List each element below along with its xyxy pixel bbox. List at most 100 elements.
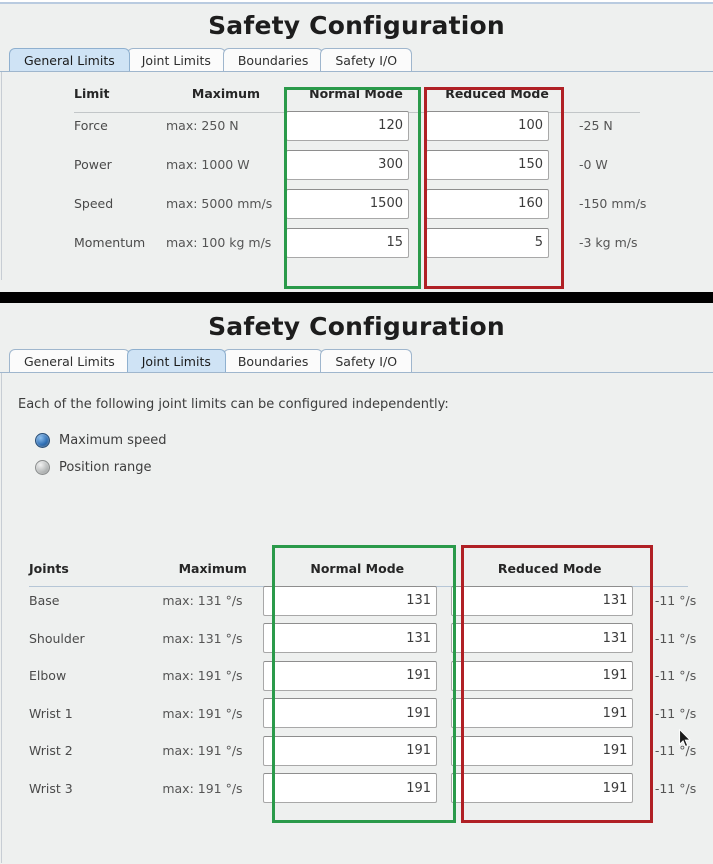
tab-label: Boundaries [237, 53, 309, 68]
row-label-momentum: Momentum [74, 235, 146, 250]
cell-reduced-power [426, 145, 568, 184]
table-row: Wrist 2 max: 191 °/s -11 °/s [29, 732, 713, 770]
header-reduced-mode: Reduced Mode [497, 561, 602, 576]
row-max-wrist-3: max: 191 °/s [162, 780, 243, 796]
row-max-wrist-2: max: 191 °/s [162, 743, 243, 759]
cell-normal-power [286, 145, 426, 184]
window-top-strip-inner [0, 0, 713, 2]
row-label-wrist-3: Wrist 3 [29, 780, 73, 796]
input-shoulder-reduced[interactable] [451, 623, 634, 654]
row-max-power: max: 1000 W [166, 157, 250, 172]
table-row: Power max: 1000 W -0 W [74, 145, 699, 184]
input-wrist-2-normal[interactable] [263, 735, 438, 766]
tab-general-limits[interactable]: General Limits [9, 349, 130, 372]
cell-reduced-shoulder [451, 620, 647, 658]
cell-normal-momentum [286, 223, 426, 262]
cell-reduced-speed [426, 184, 568, 223]
row-max-wrist-1: max: 191 °/s [162, 705, 243, 721]
cell-normal-shoulder [263, 620, 451, 658]
cell-normal-elbow [263, 657, 451, 695]
row-suffix-elbow: -11 °/s [654, 668, 697, 684]
row-suffix-power: -0 W [579, 157, 608, 172]
tab-boundaries[interactable]: Boundaries [222, 48, 324, 71]
tab-joint-limits[interactable]: Joint Limits [126, 48, 226, 71]
header-limit: Limit [74, 85, 110, 101]
cell-normal-force [286, 106, 426, 145]
input-wrist-2-reduced[interactable] [451, 735, 634, 766]
input-elbow-normal[interactable] [263, 660, 438, 691]
input-base-reduced[interactable] [451, 585, 634, 616]
row-suffix-shoulder: -11 °/s [654, 630, 697, 646]
radio-option-position-range[interactable]: Position range [35, 454, 166, 481]
input-momentum-normal[interactable] [286, 227, 409, 258]
row-label-wrist-2: Wrist 2 [29, 743, 73, 759]
row-suffix-wrist-1: -11 °/s [654, 705, 697, 721]
tab-safety-io[interactable]: Safety I/O [320, 349, 413, 372]
cell-reduced-wrist-2 [451, 732, 647, 770]
input-wrist-3-reduced[interactable] [451, 773, 634, 804]
joint-limits-description: Each of the following joint limits can b… [18, 397, 449, 412]
page-title: Safety Configuration [208, 11, 505, 40]
row-label-base: Base [29, 593, 60, 609]
input-force-reduced[interactable] [426, 110, 549, 141]
input-shoulder-normal[interactable] [263, 623, 438, 654]
tab-bar-joint: General Limits Joint Limits Boundaries S… [0, 349, 713, 373]
header-maximum: Maximum [191, 85, 261, 101]
cell-normal-base [263, 582, 451, 620]
table-row: Speed max: 5000 mm/s -150 mm/s [74, 184, 699, 223]
tab-bar-general: General Limits Joint Limits Boundaries S… [0, 48, 713, 72]
tab-label: General Limits [24, 354, 115, 369]
cell-normal-wrist-2 [263, 732, 451, 770]
joint-limits-surface: Each of the following joint limits can b… [1, 373, 713, 863]
tab-safety-io[interactable]: Safety I/O [320, 48, 413, 71]
table-row: Elbow max: 191 °/s -11 °/s [29, 657, 713, 695]
tab-label: Joint Limits [141, 53, 211, 68]
joint-limit-mode-radio-group: Maximum speed Position range [35, 427, 166, 481]
header-maximum: Maximum [178, 561, 247, 576]
row-label-elbow: Elbow [29, 668, 67, 684]
tab-boundaries[interactable]: Boundaries [222, 349, 324, 372]
tab-label: Joint Limits [141, 354, 211, 369]
tab-label: Safety I/O [335, 354, 398, 369]
panel-divider [0, 292, 713, 303]
cell-reduced-wrist-3 [451, 770, 647, 808]
header-normal-mode: Normal Mode [310, 561, 405, 576]
table-row: Wrist 3 max: 191 °/s -11 °/s [29, 770, 713, 808]
radio-label: Maximum speed [59, 433, 167, 448]
general-limits-surface: Limit Maximum Normal Mode Reduced Mode F… [1, 72, 713, 280]
header-joints: Joints [29, 561, 69, 576]
input-power-normal[interactable] [286, 149, 409, 180]
input-momentum-reduced[interactable] [426, 227, 549, 258]
row-max-elbow: max: 191 °/s [162, 668, 243, 684]
general-limits-panel: Safety Configuration General Limits Join… [0, 0, 713, 292]
tab-joint-limits[interactable]: Joint Limits [126, 349, 226, 372]
general-limits-table: Limit Maximum Normal Mode Reduced Mode F… [74, 80, 699, 262]
row-suffix-speed: -150 mm/s [579, 196, 647, 211]
row-max-base: max: 131 °/s [162, 593, 243, 609]
row-suffix-wrist-3: -11 °/s [654, 780, 697, 796]
input-wrist-1-normal[interactable] [263, 698, 438, 729]
input-force-normal[interactable] [286, 110, 409, 141]
table-row: Force max: 250 N -25 N [74, 106, 699, 145]
table-header-row: Joints Maximum Normal Mode Reduced Mode [29, 555, 713, 582]
input-wrist-1-reduced[interactable] [451, 698, 634, 729]
input-speed-reduced[interactable] [426, 188, 549, 219]
tab-label: Safety I/O [335, 53, 398, 68]
tab-general-limits[interactable]: General Limits [9, 48, 130, 71]
table-row: Shoulder max: 131 °/s -11 °/s [29, 620, 713, 658]
input-speed-normal[interactable] [286, 188, 409, 219]
input-elbow-reduced[interactable] [451, 660, 634, 691]
row-label-force: Force [74, 118, 108, 133]
row-label-wrist-1: Wrist 1 [29, 705, 73, 721]
input-base-normal[interactable] [263, 585, 438, 616]
table-header-row: Limit Maximum Normal Mode Reduced Mode [74, 80, 699, 106]
radio-label: Position range [59, 460, 152, 475]
row-max-shoulder: max: 131 °/s [162, 630, 243, 646]
header-suffix-spacer [568, 80, 699, 106]
table-row: Base max: 131 °/s -11 °/s [29, 582, 713, 620]
input-wrist-3-normal[interactable] [263, 773, 438, 804]
input-power-reduced[interactable] [426, 149, 549, 180]
cell-reduced-base [451, 582, 647, 620]
radio-option-maximum-speed[interactable]: Maximum speed [35, 427, 166, 454]
row-max-momentum: max: 100 kg m/s [166, 235, 272, 250]
